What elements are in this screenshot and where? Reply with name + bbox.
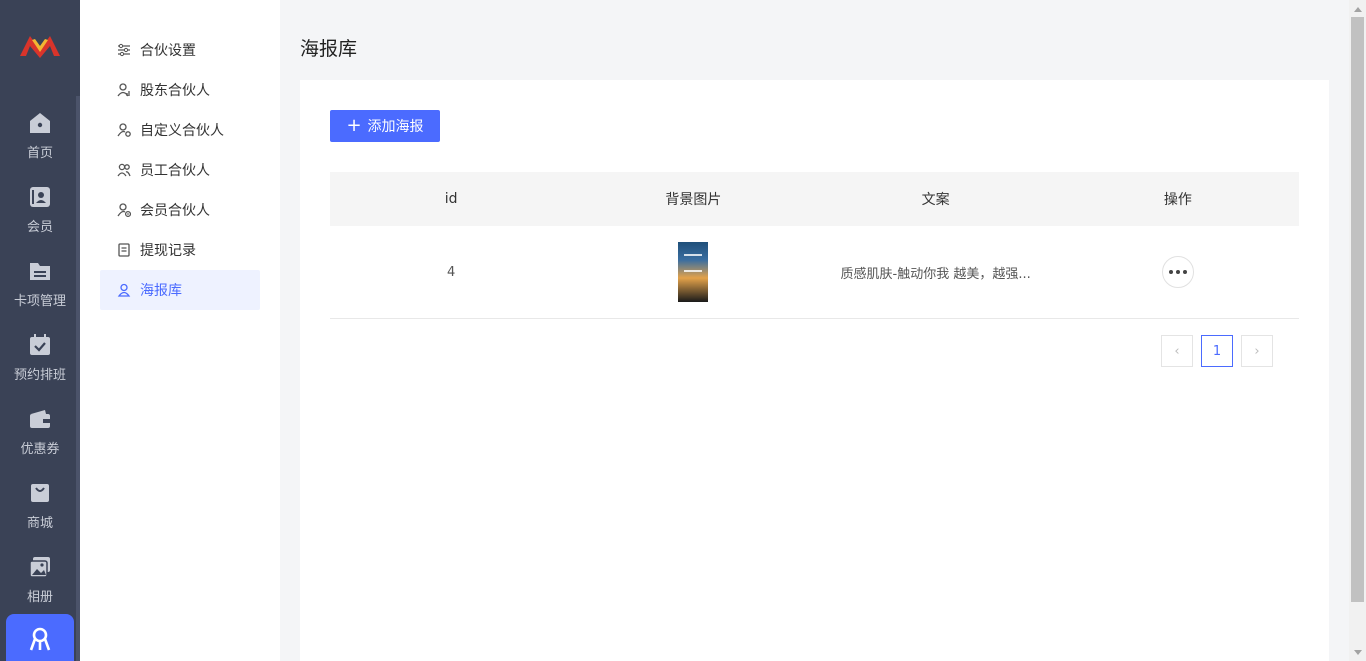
subnav-item-label: 海报库 <box>140 283 182 299</box>
shareholder-icon <box>116 82 132 98</box>
main-navigation-rail: 首页 会员 卡项管理 预约排班 优惠券 商城 相册 <box>0 0 80 661</box>
rail-item-label: 卡项管理 <box>13 294 66 309</box>
table-row: 4 质感肌肤-触动你我 越美，越强... <box>330 226 1299 319</box>
rail-item-home[interactable]: 首页 <box>0 110 80 180</box>
subnav-item-label: 股东合伙人 <box>140 83 210 99</box>
rail-item-coupons[interactable]: 优惠券 <box>0 406 80 476</box>
cell-id: 4 <box>446 264 456 280</box>
column-header-actions: 操作 <box>1163 192 1192 208</box>
subnav-item-poster-library[interactable]: 海报库 <box>100 270 260 310</box>
home-icon <box>27 110 53 136</box>
table-header: id 背景图片 文案 操作 <box>330 172 1299 226</box>
sliders-icon <box>116 42 132 58</box>
rail-item-label: 商城 <box>26 516 53 531</box>
rail-item-schedule[interactable]: 预约排班 <box>0 332 80 402</box>
document-icon <box>116 242 132 258</box>
next-page-button[interactable]: › <box>1241 335 1273 367</box>
rail-item-label: 预约排班 <box>13 368 66 383</box>
folder-icon <box>27 258 53 284</box>
content-card: + 添加海报 id 背景图片 文案 操作 4 质感肌肤-触动你我 越美，越强..… <box>300 80 1329 661</box>
plus-icon: + <box>346 115 362 136</box>
add-poster-label: 添加海报 <box>367 119 424 135</box>
column-header-copy: 文案 <box>921 192 950 208</box>
pagination: ‹ 1 › <box>1161 335 1273 367</box>
prev-page-button[interactable]: ‹ <box>1161 335 1193 367</box>
subnav-item-label: 员工合伙人 <box>140 163 210 179</box>
subnav-item-label: 自定义合伙人 <box>140 123 224 139</box>
member-card-icon <box>27 184 53 210</box>
cell-background <box>572 242 814 302</box>
more-actions-button[interactable] <box>1161 256 1194 288</box>
rail-item-label: 首页 <box>26 146 53 161</box>
staff-partner-icon <box>116 162 132 178</box>
member-partner-icon <box>116 202 132 218</box>
rail-item-cards[interactable]: 卡项管理 <box>0 258 80 328</box>
subnav-item-custom-partner[interactable]: 自定义合伙人 <box>100 110 260 150</box>
page-number-current[interactable]: 1 <box>1201 335 1233 367</box>
subnav-item-withdraw-records[interactable]: 提现记录 <box>100 230 260 270</box>
page-scrollbar[interactable] <box>1349 0 1366 661</box>
cell-copy: 质感肌肤-触动你我 越美，越强... <box>840 266 1031 282</box>
cell-actions <box>1057 256 1299 288</box>
subnav-item-staff-partner[interactable]: 员工合伙人 <box>100 150 260 190</box>
brand-logo <box>20 36 60 58</box>
gallery-icon <box>27 554 53 580</box>
calendar-check-icon <box>27 332 53 358</box>
scroll-up-icon[interactable] <box>1349 0 1366 17</box>
rail-item-member[interactable]: 会员 <box>0 184 80 254</box>
add-poster-button[interactable]: + 添加海报 <box>330 110 440 142</box>
subnav-item-shareholder[interactable]: 股东合伙人 <box>100 70 260 110</box>
subnav-item-label: 提现记录 <box>140 243 196 259</box>
subnav-item-label: 会员合伙人 <box>140 203 210 219</box>
user-icon <box>116 282 132 298</box>
scrollbar-thumb[interactable] <box>1351 17 1364 602</box>
poster-table: id 背景图片 文案 操作 4 质感肌肤-触动你我 越美，越强... <box>330 172 1299 319</box>
rail-item-partner-active[interactable] <box>6 614 74 661</box>
scroll-down-icon[interactable] <box>1349 644 1366 661</box>
subnav-item-member-partner[interactable]: 会员合伙人 <box>100 190 260 230</box>
partner-icon <box>29 627 51 651</box>
column-header-id: id <box>444 191 458 207</box>
wallet-icon <box>27 406 53 432</box>
poster-thumbnail[interactable] <box>678 242 709 302</box>
page-title: 海报库 <box>300 38 358 60</box>
subnav-item-label: 合伙设置 <box>140 43 196 59</box>
partner-subnav: 合伙设置 股东合伙人 自定义合伙人 员工合伙人 会员合伙人 提现记录 海报库 <box>80 0 280 661</box>
rail-item-label: 优惠券 <box>20 442 60 457</box>
custom-partner-icon <box>116 122 132 138</box>
more-icon <box>1168 270 1187 274</box>
shopping-bag-icon <box>27 480 53 506</box>
column-header-background: 背景图片 <box>665 192 722 208</box>
rail-item-label: 相册 <box>26 590 53 605</box>
subnav-item-settings[interactable]: 合伙设置 <box>100 30 260 70</box>
rail-item-label: 会员 <box>26 220 53 235</box>
rail-item-mall[interactable]: 商城 <box>0 480 80 550</box>
